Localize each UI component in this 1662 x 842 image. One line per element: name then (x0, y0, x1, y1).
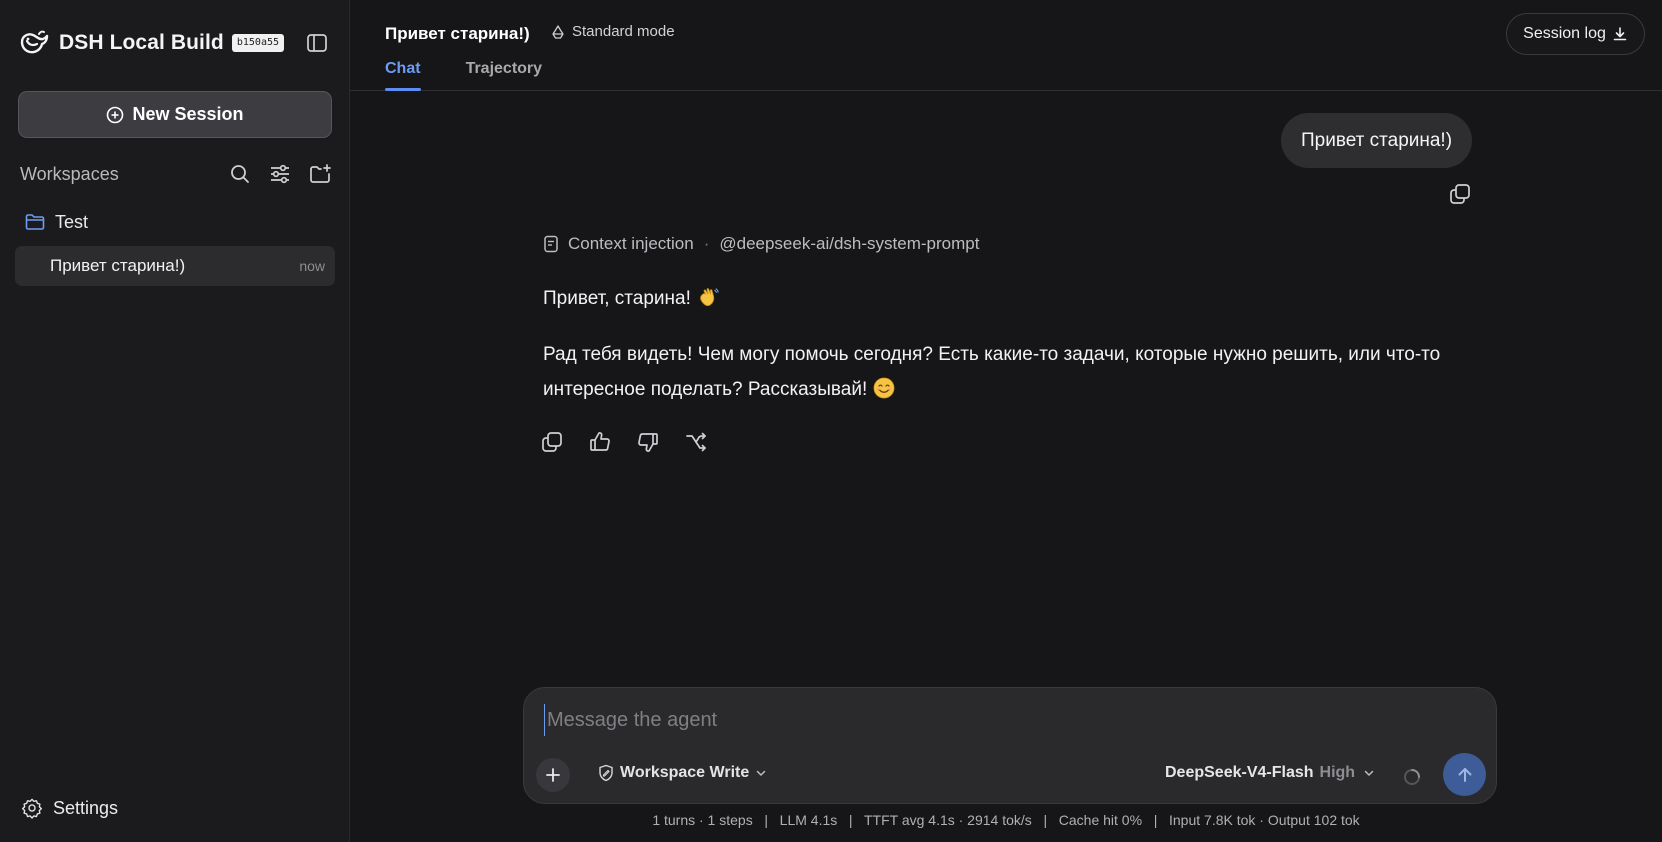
workspace-folder-test[interactable]: Test (25, 208, 88, 236)
send-button[interactable] (1443, 753, 1486, 796)
brand-name: DSH Local Build (59, 31, 224, 54)
conversation-title: Привет старина!) (385, 24, 530, 43)
tab-trajectory[interactable]: Trajectory (466, 60, 542, 91)
context-source: @deepseek-ai/dsh-system-prompt (719, 234, 980, 253)
whale-logo-icon (20, 30, 49, 54)
session-stats: 1 turns · 1 steps | LLM 4.1s | TTFT avg … (652, 812, 1360, 828)
waving-hand-emoji-icon (700, 288, 719, 307)
view-tabs: Chat Trajectory (385, 60, 542, 91)
permission-dropdown[interactable]: Workspace Write (597, 764, 767, 782)
attach-button[interactable] (536, 758, 570, 792)
session-timestamp: now (299, 258, 325, 274)
brand: DSH Local Build b150a55 (19, 26, 285, 60)
plus-circle-icon (107, 106, 124, 123)
add-folder-icon[interactable] (308, 162, 332, 186)
recycle-mode-icon (552, 24, 564, 39)
chevron-down-icon (756, 770, 766, 776)
gear-icon (21, 798, 43, 819)
settings-label: Settings (53, 797, 119, 818)
context-label: Context injection (568, 234, 694, 253)
filter-sliders-icon[interactable] (268, 162, 292, 186)
workspaces-label: Workspaces (20, 163, 119, 184)
permission-label: Workspace Write (620, 764, 750, 781)
sidebar: DSH Local Build b150a55 New Session Work… (0, 0, 350, 842)
session-title: Привет старина!) (50, 256, 186, 275)
smiling-face-emoji-icon (873, 377, 895, 399)
workspaces-header: Workspaces (20, 160, 332, 188)
context-injection-line: Context injection · @deepseek-ai/dsh-sys… (543, 234, 979, 254)
assistant-paragraph-1: Привет, старина! (543, 288, 691, 309)
settings-button[interactable]: Settings (21, 794, 118, 822)
app-root: DSH Local Build b150a55 New Session Work… (0, 0, 1662, 842)
plus-icon (546, 768, 560, 782)
folder-name: Test (55, 211, 89, 232)
mode-label: Standard mode (572, 23, 675, 40)
model-name: DeepSeek-V4-Flash (1165, 764, 1314, 781)
session-log-label: Session log (1523, 25, 1606, 42)
build-badge: b150a55 (231, 34, 285, 52)
message-composer: Workspace Write DeepSeek-V4-Flash High (523, 687, 1497, 804)
new-session-label: New Session (132, 104, 244, 124)
copy-icon[interactable] (1448, 182, 1472, 206)
thumbs-up-icon[interactable] (588, 430, 612, 454)
chevron-down-icon (1364, 770, 1374, 776)
mode-indicator: Standard mode (550, 23, 675, 40)
new-session-button[interactable]: New Session (18, 91, 332, 138)
user-message-bubble: Привет старина!) (1281, 113, 1473, 168)
session-log-button[interactable]: Session log (1506, 13, 1645, 55)
thumbs-down-icon[interactable] (636, 430, 660, 454)
sidebar-toggle-icon[interactable] (305, 31, 329, 55)
branch-icon[interactable] (684, 430, 708, 454)
arrow-up-icon (1458, 767, 1471, 782)
separator-dot: · (703, 234, 710, 253)
session-list-item[interactable]: Привет старина!) now (15, 246, 335, 286)
tab-chat[interactable]: Chat (385, 60, 421, 91)
message-input[interactable] (544, 704, 1464, 736)
main-panel: Привет старина!) Standard mode Chat Traj… (350, 0, 1662, 842)
model-dropdown[interactable]: DeepSeek-V4-Flash High (1165, 764, 1375, 782)
document-icon (544, 235, 558, 253)
shield-edit-icon (599, 764, 613, 782)
top-bar: Привет старина!) Standard mode Chat Traj… (350, 0, 1662, 91)
assistant-paragraph: Рад тебя видеть! Чем могу помочь сегодня… (543, 337, 1473, 407)
model-effort-level: High (1319, 764, 1356, 781)
loading-spinner-icon (1404, 769, 1420, 785)
assistant-paragraph-2: Рад тебя видеть! Чем могу помочь сегодня… (543, 344, 1441, 400)
download-icon (1613, 27, 1627, 41)
folder-icon (25, 214, 45, 230)
copy-icon[interactable] (540, 430, 564, 454)
assistant-paragraph: Привет, старина! (543, 281, 1473, 316)
search-icon[interactable] (228, 162, 252, 186)
message-actions (540, 430, 708, 454)
